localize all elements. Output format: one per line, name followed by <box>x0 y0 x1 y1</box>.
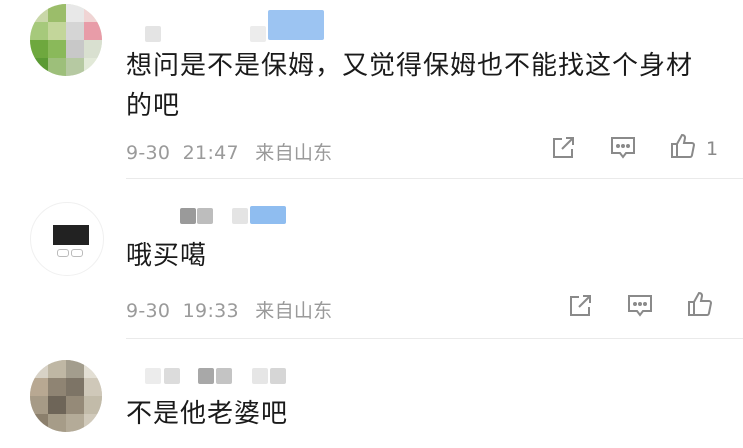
comment-text: 想问是不是保姆，又觉得保姆也不能找这个身材 的吧 <box>126 51 694 121</box>
share-icon[interactable] <box>566 292 594 320</box>
comment-item-3: 不是他老婆吧 <box>0 340 743 448</box>
like-icon[interactable] <box>686 290 714 318</box>
share-icon[interactable] <box>549 134 577 162</box>
comment-meta: 9-30 19:33 来自山东 <box>126 296 332 323</box>
comment-date: 9-30 <box>126 142 171 164</box>
avatar[interactable] <box>30 4 102 76</box>
comment-text: 不是他老婆吧 <box>126 399 289 429</box>
avatar[interactable] <box>30 202 104 276</box>
comment-meta: 9-30 21:47 来自山东 <box>126 138 332 165</box>
like-count: 1 <box>706 138 719 160</box>
avatar[interactable] <box>30 360 102 432</box>
divider <box>126 178 743 179</box>
comment-item-1: 想问是不是保姆，又觉得保姆也不能找这个身材 的吧 9-30 21:47 来自山东… <box>0 0 743 180</box>
comment-location: 来自山东 <box>255 300 333 322</box>
comment-icon[interactable] <box>626 292 654 320</box>
comment-text: 哦买噶 <box>126 241 208 271</box>
divider <box>126 338 743 339</box>
comment-time: 19:33 <box>182 300 239 322</box>
comment-date: 9-30 <box>126 300 171 322</box>
comment-time: 21:47 <box>182 142 239 164</box>
like-icon[interactable] <box>669 132 697 160</box>
comment-item-2: 哦买噶 9-30 19:33 来自山东 <box>0 180 743 340</box>
comment-icon[interactable] <box>609 134 637 162</box>
comment-location: 来自山东 <box>255 142 333 164</box>
